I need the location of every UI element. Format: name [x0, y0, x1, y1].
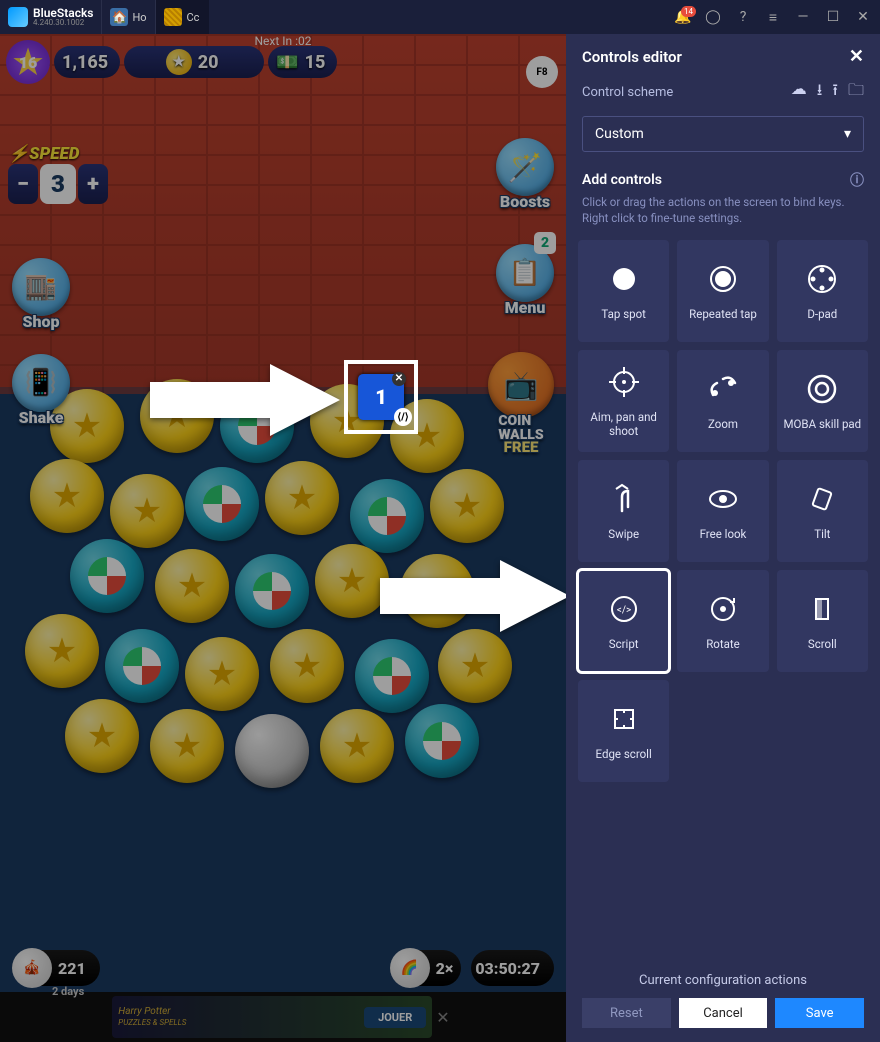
- tab-label: Cc: [186, 11, 199, 24]
- maximize-icon[interactable]: ☐: [820, 4, 846, 30]
- scroll-icon: [804, 591, 840, 627]
- help-icon[interactable]: ?: [730, 4, 756, 30]
- tile-scroll[interactable]: Scroll: [777, 570, 868, 672]
- tab-coin-app[interactable]: Cc: [155, 0, 209, 34]
- export-icon[interactable]: ⭱: [832, 79, 838, 106]
- repeated-tap-icon: [705, 261, 741, 297]
- eye-icon: [705, 481, 741, 517]
- rotate-icon: [705, 591, 741, 627]
- close-panel-icon[interactable]: ✕: [849, 46, 864, 67]
- moba-icon: [804, 371, 840, 407]
- tap-spot-icon: [606, 261, 642, 297]
- tile-swipe[interactable]: Swipe: [578, 460, 669, 562]
- account-icon[interactable]: ◯: [700, 4, 726, 30]
- svg-text:</>: </>: [616, 605, 630, 616]
- reset-button[interactable]: Reset: [582, 998, 671, 1028]
- notification-badge: 14: [681, 6, 696, 17]
- tab-label: Ho: [132, 11, 146, 24]
- tile-moba-skill-pad[interactable]: MOBA skill pad: [777, 350, 868, 452]
- placed-script-control[interactable]: 1 ✕ ⟨/⟩: [344, 360, 418, 434]
- tile-rotate[interactable]: Rotate: [677, 570, 768, 672]
- scheme-dropdown[interactable]: Custom ▾: [582, 116, 864, 152]
- notifications-icon[interactable]: 🔔14: [670, 4, 696, 30]
- scheme-label: Control scheme: [582, 85, 673, 100]
- zoom-icon: [705, 371, 741, 407]
- add-controls-subtitle: Click or drag the actions on the screen …: [566, 194, 880, 236]
- controls-grid: Tap spot Repeated tap D-pad Aim, pan and…: [566, 236, 880, 786]
- tile-aim-pan-shoot[interactable]: Aim, pan and shoot: [578, 350, 669, 452]
- home-icon: 🏠: [110, 8, 128, 26]
- tile-zoom[interactable]: Zoom: [677, 350, 768, 452]
- coin-app-icon: [164, 8, 182, 26]
- cancel-button[interactable]: Cancel: [679, 998, 768, 1028]
- game-viewport[interactable]: Next In :02 16 1,165 ★ 20 💵 15 F8 ⚡SPEED…: [0, 34, 566, 1042]
- save-button[interactable]: Save: [775, 998, 864, 1028]
- tab-home[interactable]: 🏠 Ho: [101, 0, 155, 34]
- controls-editor-panel: Controls editor ✕ Control scheme ☁ ⭳ ⭱ 🗀…: [566, 34, 880, 1042]
- bluestacks-logo-icon: [8, 7, 28, 27]
- edge-scroll-icon: [606, 701, 642, 737]
- tab-strip: 🏠 Ho Cc: [101, 0, 209, 34]
- import-icon[interactable]: ⭳: [817, 79, 823, 106]
- tile-free-look[interactable]: Free look: [677, 460, 768, 562]
- add-controls-heading: Add controls: [582, 172, 662, 188]
- footer-title: Current configuration actions: [582, 973, 864, 988]
- close-icon[interactable]: ✕: [392, 372, 406, 386]
- script-icon: </>: [606, 591, 642, 627]
- tutorial-arrow-2: [380, 560, 566, 632]
- minimize-icon[interactable]: —: [790, 4, 816, 30]
- chevron-down-icon: ▾: [844, 126, 851, 142]
- tilt-icon: [804, 481, 840, 517]
- tile-edge-scroll[interactable]: Edge scroll: [578, 680, 669, 782]
- tile-d-pad[interactable]: D-pad: [777, 240, 868, 342]
- panel-title: Controls editor: [582, 48, 682, 66]
- crosshair-icon: [606, 364, 642, 400]
- code-icon[interactable]: ⟨/⟩: [394, 408, 412, 426]
- tile-repeated-tap[interactable]: Repeated tap: [677, 240, 768, 342]
- tutorial-arrow-1: [150, 364, 340, 436]
- app-logo-block: BlueStacks 4.240.30.1002: [0, 7, 101, 27]
- tile-tilt[interactable]: Tilt: [777, 460, 868, 562]
- folder-icon[interactable]: 🗀: [848, 79, 864, 106]
- title-bar: BlueStacks 4.240.30.1002 🏠 Ho Cc 🔔14 ◯ ?…: [0, 0, 880, 34]
- hamburger-menu-icon[interactable]: ≡: [760, 4, 786, 30]
- editor-dim-overlay: [0, 34, 566, 1042]
- swipe-icon: [606, 481, 642, 517]
- tile-script[interactable]: </> Script: [578, 570, 669, 672]
- close-icon[interactable]: ✕: [850, 4, 876, 30]
- help-icon[interactable]: ⓘ: [850, 170, 864, 190]
- app-version: 4.240.30.1002: [33, 19, 93, 27]
- tile-tap-spot[interactable]: Tap spot: [578, 240, 669, 342]
- dpad-icon: [804, 261, 840, 297]
- cloud-icon[interactable]: ☁: [791, 79, 807, 106]
